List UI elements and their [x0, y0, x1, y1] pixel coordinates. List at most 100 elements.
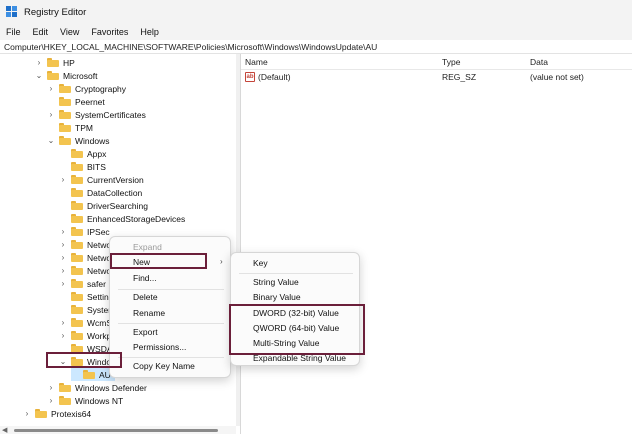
submenu-item-key[interactable]: Key [253, 256, 268, 270]
menu-help[interactable]: Help [134, 27, 165, 37]
tree-item[interactable]: › HP [35, 56, 75, 69]
chevron-right-icon[interactable]: › [47, 383, 55, 392]
submenu-item-binary-value[interactable]: Binary Value [253, 290, 301, 304]
tree-item-label: DataCollection [87, 187, 143, 198]
folder-icon [59, 97, 71, 106]
chevron-right-icon[interactable]: › [59, 331, 67, 340]
tree-item-label: HP [63, 57, 75, 68]
scroll-thumb[interactable] [14, 429, 218, 432]
chevron-right-icon[interactable]: › [23, 409, 31, 418]
folder-icon [35, 409, 47, 418]
tree-horizontal-scrollbar[interactable]: ◀ [0, 426, 236, 434]
tree-item[interactable]: › Windows NT [47, 394, 124, 407]
tree-item[interactable]: BITS [59, 160, 106, 173]
menu-item-permissions[interactable]: Permissions... [133, 340, 186, 354]
tree-item-label: Netwo [87, 239, 112, 250]
tree-item[interactable]: DataCollection [59, 186, 142, 199]
address-bar[interactable]: Computer\HKEY_LOCAL_MACHINE\SOFTWARE\Pol… [0, 40, 632, 54]
chevron-right-icon[interactable]: › [59, 318, 67, 327]
tree-item[interactable]: › WcmSv [59, 316, 117, 329]
tree-item[interactable]: Appx [59, 147, 106, 160]
chevron-right-icon[interactable]: › [59, 240, 67, 249]
values-list[interactable]: Name Type Data ab (Default) REG_SZ (valu… [241, 54, 632, 434]
value-data: (value not set) [530, 72, 584, 82]
tree-item-label: Microsoft [63, 70, 98, 81]
menu-item-export[interactable]: Export [133, 325, 158, 339]
tree-item-label: TPM [75, 122, 93, 133]
tree-item[interactable]: › Protexis64 [23, 407, 92, 420]
tree-item-label: Windows [75, 135, 110, 146]
folder-icon [71, 175, 83, 184]
menu-bar: File Edit View Favorites Help [0, 24, 632, 40]
menu-favorites[interactable]: Favorites [85, 27, 134, 37]
chevron-right-icon[interactable]: › [47, 84, 55, 93]
tree-item[interactable]: › Netwo [59, 264, 111, 277]
menu-item-expand[interactable]: Expand [133, 240, 162, 254]
tree-item[interactable]: › safer [59, 277, 106, 290]
menu-item-find[interactable]: Find... [133, 271, 157, 285]
folder-icon [71, 279, 83, 288]
folder-icon [59, 383, 71, 392]
tree-item[interactable]: › Cryptography [47, 82, 126, 95]
chevron-right-icon[interactable]: › [59, 227, 67, 236]
tree-item[interactable]: › Windows Defender [47, 381, 147, 394]
menu-item-copy-key-name[interactable]: Copy Key Name [133, 359, 195, 373]
tree-item[interactable]: EnhancedStorageDevices [59, 212, 185, 225]
tree-item[interactable]: TPM [47, 121, 93, 134]
tree-item-label: Windows Defender [75, 382, 147, 393]
chevron-right-icon[interactable]: › [59, 279, 67, 288]
tree-item[interactable]: ⌄ Microsoft [35, 69, 98, 82]
folder-icon [71, 253, 83, 262]
column-header-data[interactable]: Data [530, 57, 548, 67]
highlight-new [110, 253, 207, 269]
chevron-down-icon[interactable]: ⌄ [35, 71, 43, 80]
tree-item[interactable]: › CurrentVersion [59, 173, 144, 186]
value-row[interactable]: ab (Default) REG_SZ (value not set) [241, 71, 632, 84]
tree-item[interactable]: Systen [59, 303, 113, 316]
tree-item[interactable]: Setting [59, 290, 113, 303]
folder-icon [59, 123, 71, 132]
chevron-right-icon[interactable]: › [59, 266, 67, 275]
tree-item[interactable]: › SystemCertificates [47, 108, 146, 121]
menu-file[interactable]: File [0, 27, 27, 37]
tree-item[interactable]: › Netwo [59, 238, 111, 251]
folder-icon [83, 370, 95, 379]
tree-item-label: BITS [87, 161, 106, 172]
tree-item[interactable]: › Workp [59, 329, 112, 342]
submenu-item-string-value[interactable]: String Value [253, 275, 299, 289]
menu-separator [239, 273, 353, 274]
tree-item[interactable]: DriverSearching [59, 199, 148, 212]
tree-item[interactable]: Peernet [47, 95, 105, 108]
menu-item-rename[interactable]: Rename [133, 306, 165, 320]
chevron-right-icon[interactable]: › [59, 175, 67, 184]
chevron-right-icon[interactable]: › [47, 396, 55, 405]
folder-icon [71, 214, 83, 223]
chevron-right-icon[interactable]: › [47, 110, 55, 119]
folder-icon [59, 84, 71, 93]
menu-view[interactable]: View [54, 27, 85, 37]
chevron-right-icon: › [220, 257, 223, 266]
chevron-right-icon[interactable]: › [35, 58, 43, 67]
column-header-type[interactable]: Type [442, 57, 460, 67]
menu-item-delete[interactable]: Delete [133, 290, 158, 304]
value-name: (Default) [258, 72, 291, 82]
column-header-name[interactable]: Name [245, 57, 268, 67]
menu-edit[interactable]: Edit [27, 27, 55, 37]
menu-separator [118, 357, 224, 358]
tree-item[interactable]: ⌄ Windows [47, 134, 110, 147]
tree-item[interactable]: › IPSec [59, 225, 110, 238]
folder-icon [59, 136, 71, 145]
highlight-windows-folder [46, 352, 122, 368]
registry-editor-icon [6, 6, 18, 18]
tree-item-label: Cryptography [75, 83, 127, 94]
scroll-left-icon[interactable]: ◀ [2, 426, 7, 434]
chevron-down-icon[interactable]: ⌄ [47, 136, 55, 145]
tree-item[interactable]: › Netwo [59, 251, 111, 264]
window-title: Registry Editor [24, 6, 87, 18]
chevron-right-icon[interactable]: › [59, 253, 67, 262]
folder-icon [71, 201, 83, 210]
